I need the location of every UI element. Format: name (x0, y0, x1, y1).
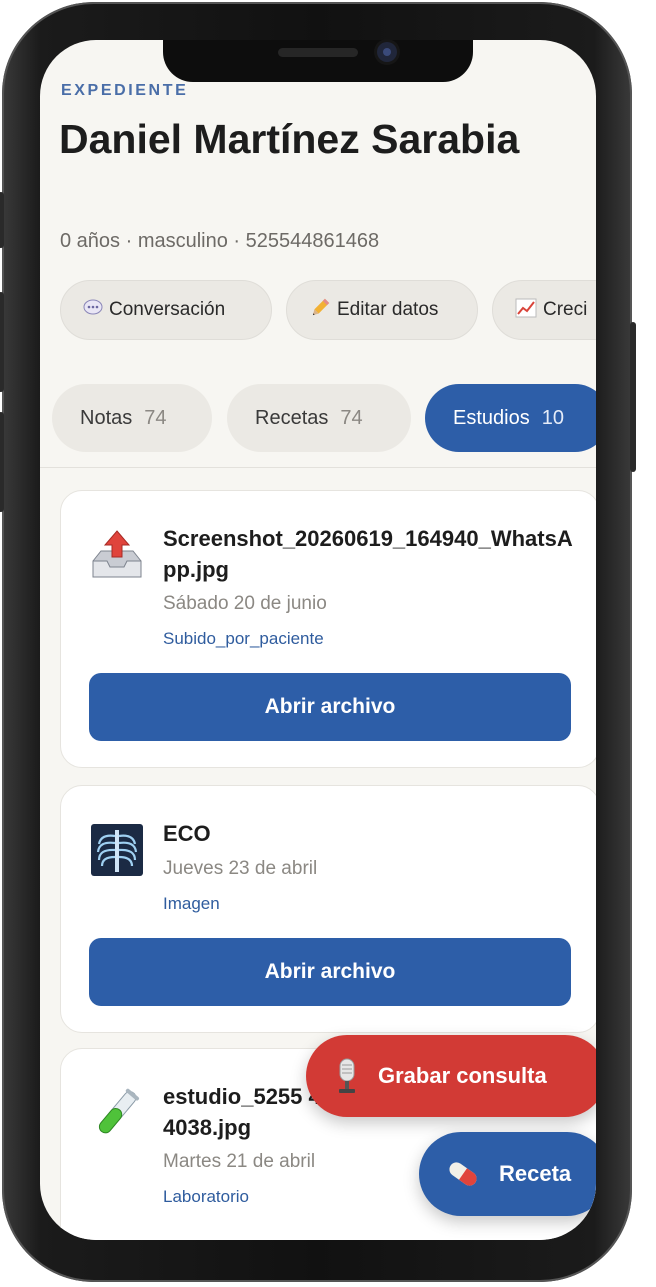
record-consultation-label: Grabar consulta (378, 1063, 547, 1088)
study-date: Sábado 20 de junio (163, 593, 327, 614)
tab-prescriptions[interactable]: Recetas 74 (227, 384, 411, 452)
app-screen: EXPEDIENTE Daniel Martínez Sarabia 0 año… (40, 40, 596, 1240)
chart-increasing-icon (515, 298, 537, 323)
open-file-button[interactable]: Abrir archivo (89, 673, 571, 741)
xray-icon (89, 822, 145, 878)
prescription-button[interactable]: Receta (419, 1132, 596, 1216)
study-date: Jueves 23 de abril (163, 858, 318, 879)
study-title: ECO (163, 821, 211, 846)
mute-switch (0, 192, 4, 248)
tab-label: Recetas (255, 406, 329, 429)
speech-bubble-icon (83, 299, 103, 322)
notch (163, 40, 473, 82)
tab-count: 74 (340, 406, 363, 429)
divider (40, 467, 596, 468)
study-card: Screenshot_20260619_164940_WhatsApp.jpg … (60, 490, 596, 768)
edit-data-button[interactable]: Editar datos (286, 280, 478, 340)
tab-count: 10 (541, 406, 564, 429)
power-button (630, 322, 636, 472)
speaker-grille (278, 48, 358, 57)
study-tag: Imagen (163, 894, 220, 913)
volume-up-button (0, 292, 4, 392)
patient-name: Daniel Martínez Sarabia (59, 116, 520, 162)
growth-button[interactable]: Creci (492, 280, 596, 340)
pencil-icon (309, 297, 331, 324)
tab-count: 74 (144, 406, 167, 429)
edit-data-label: Editar datos (337, 299, 439, 320)
action-chips: Conversación Editar datos Creci (60, 280, 596, 340)
upload-tray-icon (89, 527, 145, 583)
study-title: Screenshot_20260619_164940_WhatsApp.jpg (163, 526, 573, 582)
tab-studies[interactable]: Estudios 10 (425, 384, 596, 452)
study-tag: Laboratorio (163, 1187, 250, 1206)
pill-icon (445, 1159, 481, 1189)
study-card: ECO Jueves 23 de abril Imagen Abrir arch… (60, 785, 596, 1033)
conversation-button[interactable]: Conversación (60, 280, 272, 340)
conversation-label: Conversación (109, 299, 226, 320)
record-consultation-button[interactable]: Grabar consulta (306, 1035, 596, 1117)
tab-notes[interactable]: Notas 74 (52, 384, 212, 452)
test-tube-icon (89, 1085, 145, 1141)
tab-label: Estudios (453, 406, 530, 429)
growth-label: Creci (543, 299, 588, 320)
tab-label: Notas (80, 406, 133, 429)
patient-meta: 0 años · masculino · 525544861468 (60, 230, 380, 252)
study-date: Martes 21 de abril (163, 1151, 316, 1172)
prescription-label: Receta (499, 1161, 572, 1186)
study-tag: Subido_por_paciente (163, 629, 324, 648)
section-label: EXPEDIENTE (61, 82, 189, 99)
open-file-button[interactable]: Abrir archivo (89, 938, 571, 1006)
microphone-icon (334, 1058, 360, 1094)
volume-down-button (0, 412, 4, 512)
front-camera (377, 42, 397, 62)
